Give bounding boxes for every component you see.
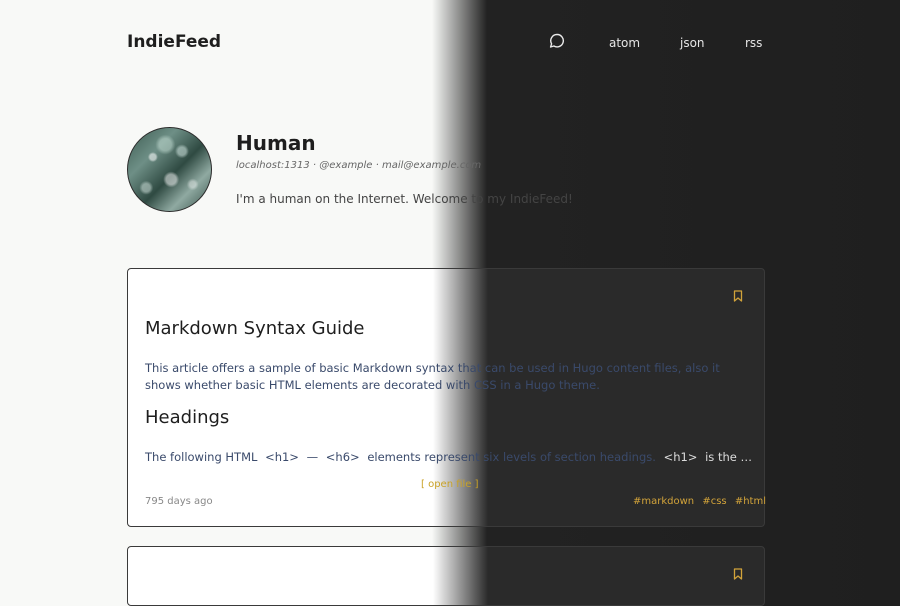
snippet-dash: — — [306, 450, 319, 464]
open-file-link[interactable]: [ open file ] — [421, 479, 479, 490]
code-h1-second: <h1> — [663, 450, 698, 464]
profile-name: Human — [236, 131, 316, 155]
code-h6: <h6> — [325, 450, 360, 464]
snippet-text-mid: elements represent six levels of section… — [367, 450, 656, 464]
profile-bio: I'm a human on the Internet. Welcome to … — [236, 192, 573, 206]
post-heading: Headings — [145, 407, 230, 428]
post-card-second — [127, 546, 765, 606]
profile-meta: localhost:1313 · @example · mail@example… — [236, 160, 482, 171]
bookmark-icon — [733, 290, 743, 302]
bookmark-icon — [733, 568, 743, 580]
avatar — [127, 127, 212, 212]
bookmark-button-second[interactable] — [733, 565, 743, 584]
tag-html[interactable]: #html — [735, 496, 766, 507]
site-title[interactable]: IndieFeed — [127, 32, 221, 52]
nav-json-link[interactable]: json — [680, 36, 705, 50]
nav-atom-link[interactable]: atom — [609, 36, 640, 50]
post-excerpt: This article offers a sample of basic Ma… — [145, 361, 720, 392]
tag-css[interactable]: #css — [702, 496, 726, 507]
post-title[interactable]: Markdown Syntax Guide — [145, 318, 364, 339]
speech-bubble-icon — [549, 33, 565, 48]
snippet-text-after: is the … — [705, 450, 752, 464]
code-h1: <h1> — [265, 450, 299, 464]
post-date: 795 days ago — [145, 496, 213, 507]
snippet-text-before: The following HTML — [145, 450, 258, 464]
comment-icon[interactable] — [549, 33, 565, 49]
bookmark-button[interactable] — [733, 287, 743, 306]
tag-markdown[interactable]: #markdown — [633, 496, 694, 507]
post-snippet: The following HTML <h1> — <h6> elements … — [145, 450, 752, 464]
nav-rss-link[interactable]: rss — [745, 36, 762, 50]
post-tags: #markdown #css #html — [633, 496, 766, 507]
